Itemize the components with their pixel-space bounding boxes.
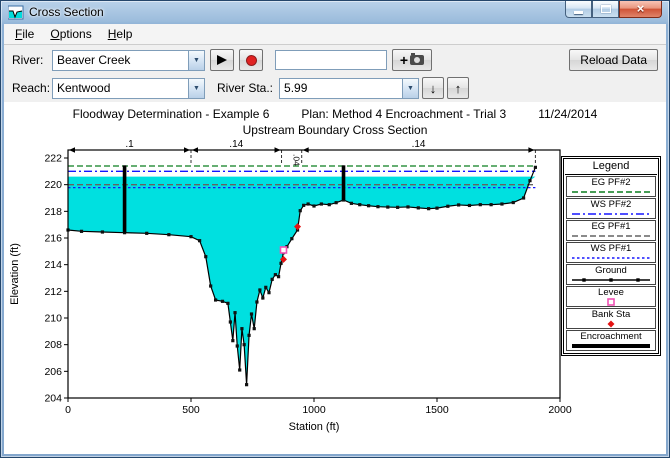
chevron-down-icon[interactable]: ▼ bbox=[188, 51, 204, 70]
titlebar[interactable]: Cross Section × bbox=[1, 1, 669, 24]
chart-titles: Floodway Determination - Example 6 Plan:… bbox=[4, 102, 666, 137]
minimize-button[interactable] bbox=[565, 1, 592, 18]
svg-text:206: 206 bbox=[44, 366, 62, 378]
add-plot-to-clipboard-button[interactable]: + bbox=[392, 49, 432, 71]
legend: Legend EG PF#2 WS PF#2 EG PF#1 WS PF#1 Groun… bbox=[561, 156, 661, 356]
chart-subtitle: Upstream Boundary Cross Section bbox=[4, 123, 666, 137]
river-combobox[interactable]: Beaver Creek ▼ bbox=[52, 50, 205, 71]
maximize-icon bbox=[601, 5, 611, 13]
toolbar-row-reach: Reach: Kentwood ▼ River Sta.: 5.99 ▼ ↓ ↑ bbox=[12, 77, 658, 99]
svg-text:214: 214 bbox=[44, 259, 62, 271]
svg-text:212: 212 bbox=[44, 286, 62, 298]
legend-entry-label: EG PF#2 bbox=[569, 177, 653, 188]
svg-text:0: 0 bbox=[65, 404, 71, 416]
chart-title-plan: Plan: Method 4 Encroachment - Trial 3 bbox=[301, 107, 506, 121]
river-sta-label: River Sta.: bbox=[217, 81, 273, 95]
reach-label: Reach: bbox=[12, 81, 52, 95]
legend-entry: Levee bbox=[566, 286, 656, 307]
svg-text:500: 500 bbox=[182, 404, 200, 416]
reach-combobox-value: Kentwood bbox=[53, 79, 188, 98]
client-area: File Options Help River: Beaver Creek ▼ … bbox=[4, 24, 666, 454]
cross-section-window: Cross Section × File Options Help River:… bbox=[0, 0, 670, 458]
close-button[interactable]: × bbox=[619, 1, 662, 18]
legend-entry-label: Ground bbox=[569, 265, 653, 276]
record-icon bbox=[246, 55, 257, 66]
legend-entry: Bank Sta bbox=[566, 308, 656, 329]
record-button[interactable] bbox=[239, 49, 263, 71]
menu-help[interactable]: Help bbox=[100, 25, 141, 44]
legend-entry: EG PF#1 bbox=[566, 220, 656, 241]
svg-text:.14: .14 bbox=[229, 139, 243, 150]
river-sta-combobox[interactable]: 5.99 ▼ bbox=[279, 78, 419, 99]
chart-panel: Floodway Determination - Example 6 Plan:… bbox=[4, 102, 666, 454]
svg-text:222: 222 bbox=[44, 153, 62, 165]
camera-icon bbox=[410, 55, 424, 65]
eg-pf2-line-icon bbox=[570, 188, 652, 196]
river-combobox-value: Beaver Creek bbox=[53, 51, 188, 70]
play-icon bbox=[217, 55, 227, 65]
plus-icon: + bbox=[400, 53, 408, 67]
chart-title-date: 11/24/2014 bbox=[538, 107, 597, 121]
svg-text:218: 218 bbox=[44, 206, 62, 218]
legend-entry-label: WS PF#2 bbox=[569, 199, 653, 210]
animate-button[interactable] bbox=[210, 49, 234, 71]
reach-combobox[interactable]: Kentwood ▼ bbox=[52, 78, 205, 99]
legend-entry: Ground bbox=[566, 264, 656, 285]
ws-pf2-line-icon bbox=[570, 210, 652, 218]
down-arrow-icon: ↓ bbox=[430, 81, 437, 96]
legend-entry: EG PF#2 bbox=[566, 176, 656, 197]
next-upstream-button[interactable]: ↑ bbox=[447, 77, 469, 99]
chart-title-project: Floodway Determination - Example 6 bbox=[73, 107, 270, 121]
caption-buttons: × bbox=[565, 1, 662, 18]
svg-text:216: 216 bbox=[44, 233, 62, 245]
svg-text:208: 208 bbox=[44, 339, 62, 351]
legend-title: Legend bbox=[565, 159, 657, 175]
ws-pf1-line-icon bbox=[570, 254, 652, 262]
ground-line-icon bbox=[570, 276, 652, 284]
legend-entry-label: WS PF#1 bbox=[569, 243, 653, 254]
next-downstream-button[interactable]: ↓ bbox=[422, 77, 444, 99]
legend-entry-label: Levee bbox=[569, 287, 653, 298]
svg-text:.1: .1 bbox=[125, 139, 134, 150]
svg-text:.04: .04 bbox=[292, 154, 302, 166]
legend-entry: Encroachment bbox=[566, 330, 656, 351]
river-sta-combobox-value: 5.99 bbox=[280, 79, 402, 98]
toolbar-row-river: River: Beaver Creek ▼ + Reload Data bbox=[12, 49, 658, 71]
svg-text:2000: 2000 bbox=[548, 404, 572, 416]
chevron-down-icon[interactable]: ▼ bbox=[188, 79, 204, 98]
svg-text:.14: .14 bbox=[412, 139, 426, 150]
chevron-down-icon[interactable]: ▼ bbox=[402, 79, 418, 98]
up-arrow-icon: ↑ bbox=[455, 81, 462, 96]
river-label: River: bbox=[12, 53, 52, 67]
menu-options[interactable]: Options bbox=[42, 25, 99, 44]
legend-entry: WS PF#2 bbox=[566, 198, 656, 219]
svg-text:1000: 1000 bbox=[302, 404, 326, 416]
toolbar: River: Beaver Creek ▼ + Reload Data Reac… bbox=[4, 45, 666, 102]
legend-entry-label: EG PF#1 bbox=[569, 221, 653, 232]
reload-data-button[interactable]: Reload Data bbox=[569, 49, 658, 71]
svg-text:Elevation (ft): Elevation (ft) bbox=[9, 243, 21, 305]
svg-text:1500: 1500 bbox=[425, 404, 449, 416]
legend-entry-label: Encroachment bbox=[569, 331, 653, 342]
legend-entry-label: Bank Sta bbox=[569, 309, 653, 320]
eg-pf1-line-icon bbox=[570, 232, 652, 240]
menu-file[interactable]: File bbox=[7, 25, 42, 44]
svg-text:Station (ft): Station (ft) bbox=[289, 421, 340, 433]
bank-sta-marker-icon bbox=[570, 320, 652, 328]
menubar: File Options Help bbox=[4, 24, 666, 45]
cross-section-plot[interactable]: .1 .14 .04 .14 204 206 208 210 212 214 216 218 220 22… bbox=[4, 138, 580, 448]
minimize-icon bbox=[574, 11, 583, 14]
animation-field[interactable] bbox=[275, 50, 387, 70]
svg-text:210: 210 bbox=[44, 313, 62, 325]
svg-text:220: 220 bbox=[44, 179, 62, 191]
legend-entries: EG PF#2 WS PF#2 EG PF#1 WS PF#1 Ground Levee B… bbox=[565, 176, 657, 351]
levee-marker-icon bbox=[570, 298, 652, 306]
svg-text:204: 204 bbox=[44, 393, 62, 405]
window-title: Cross Section bbox=[29, 5, 104, 19]
encroachment-line-icon bbox=[570, 342, 652, 350]
legend-entry: WS PF#1 bbox=[566, 242, 656, 263]
close-icon: × bbox=[637, 2, 645, 15]
maximize-button[interactable] bbox=[592, 1, 619, 18]
app-icon bbox=[8, 5, 24, 21]
